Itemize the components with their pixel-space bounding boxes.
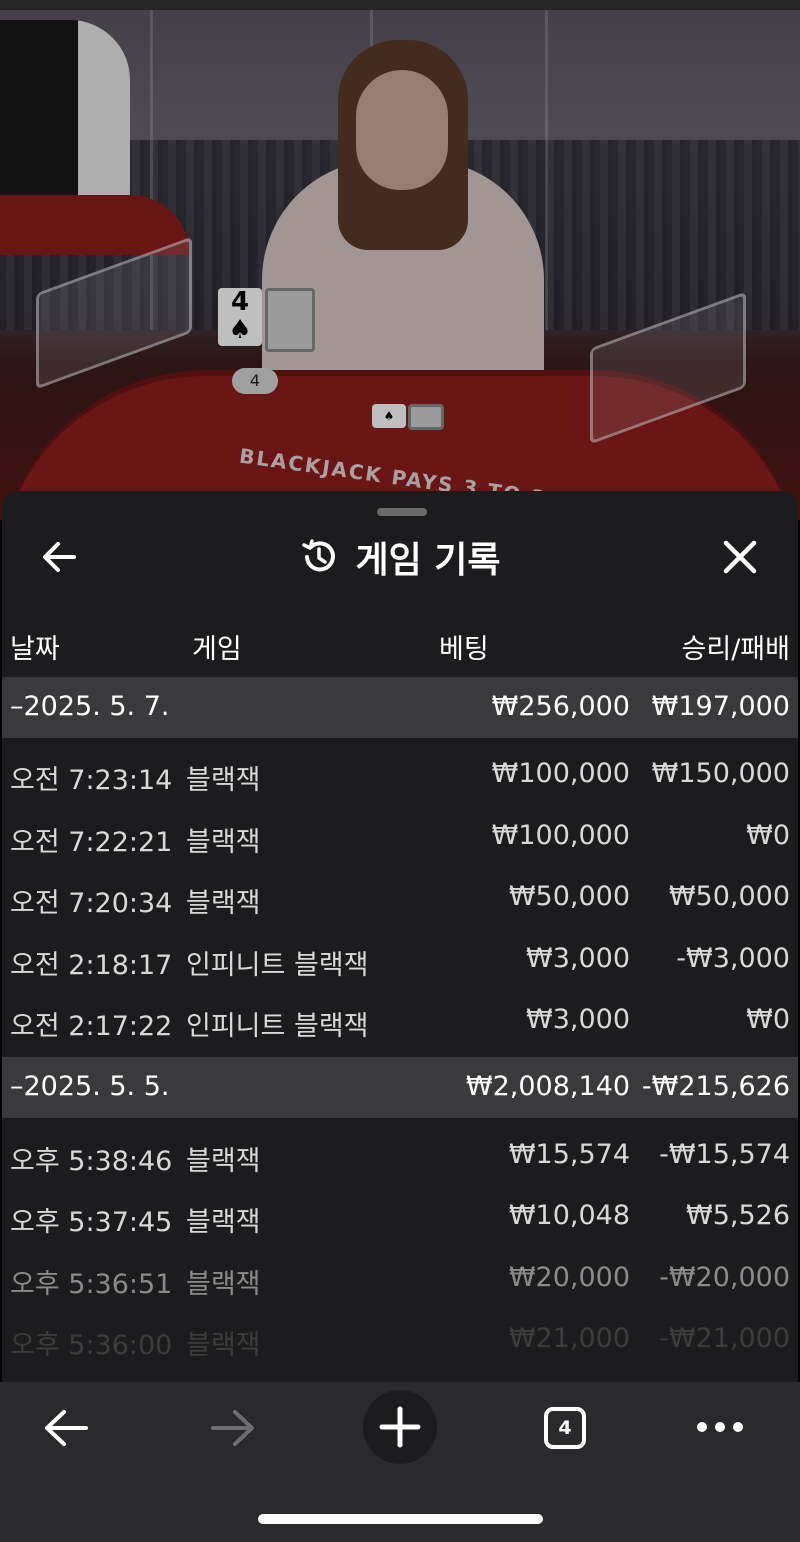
browser-forward-button[interactable]	[207, 1404, 259, 1456]
row-result: ₩150,000	[651, 758, 790, 789]
history-row[interactable]: 오후 5:36:51 블랙잭 ₩20,000 -₩20,000	[2, 1248, 798, 1308]
history-row[interactable]: 오후 5:38:46 블랙잭 ₩15,574 -₩15,574	[2, 1125, 798, 1185]
column-header-date: 날짜	[10, 634, 60, 665]
live-video: 4 ♠ ♠ 4 BLACKJACK PAYS 3 TO 2	[0, 0, 800, 520]
row-bet: ₩20,000	[508, 1262, 630, 1293]
row-result: -₩15,574	[659, 1139, 790, 1170]
group-date: –2025. 5. 7.	[10, 691, 170, 722]
row-time: 오후 5:36:00	[10, 1330, 173, 1361]
date-group-header[interactable]: –2025. 5. 5. ₩2,008,140 -₩215,626	[2, 1057, 798, 1118]
history-row[interactable]: 오전 7:20:34 블랙잭 ₩50,000 ₩50,000	[2, 867, 798, 927]
sheet-grabber[interactable]	[377, 508, 427, 516]
back-arrow-icon	[45, 1410, 88, 1446]
forward-arrow-icon	[211, 1410, 254, 1446]
row-game: 블랙잭	[186, 1207, 261, 1238]
history-row[interactable]: 오전 2:18:17 인피니트 블랙잭 ₩3,000 -₩3,000	[2, 929, 798, 989]
close-button[interactable]	[716, 533, 764, 581]
row-game: 인피니트 블랙잭	[186, 950, 369, 981]
row-result: -₩20,000	[659, 1262, 790, 1293]
close-icon	[723, 540, 757, 574]
video-dim-overlay	[0, 0, 800, 520]
row-game: 블랙잭	[186, 1146, 261, 1177]
row-time: 오후 5:37:45	[10, 1207, 173, 1238]
row-bet: ₩21,000	[508, 1323, 630, 1354]
game-history-sheet: 게임 기록 날짜 게임 베팅 승리/패배 –2025. 5. 7. ₩256,0…	[2, 491, 798, 1391]
history-icon	[302, 539, 336, 572]
home-indicator[interactable]	[258, 1514, 543, 1524]
row-bet: ₩3,000	[526, 1004, 630, 1035]
group-date: –2025. 5. 5.	[10, 1071, 170, 1102]
tabs-button[interactable]: 4	[544, 1407, 586, 1449]
row-result: ₩50,000	[668, 881, 790, 912]
row-result: ₩5,526	[686, 1200, 790, 1231]
plus-icon	[379, 1406, 421, 1448]
row-result: -₩21,000	[659, 1323, 790, 1354]
row-game: 블랙잭	[186, 1269, 261, 1300]
group-bet-total: ₩2,008,140	[465, 1071, 630, 1102]
column-header-result: 승리/패배	[681, 634, 790, 665]
more-icon	[697, 1422, 743, 1432]
page-title: 게임 기록	[355, 540, 501, 581]
browser-back-button[interactable]	[40, 1404, 92, 1456]
row-bet: ₩100,000	[491, 820, 630, 851]
history-row[interactable]: 오전 7:23:14 블랙잭 ₩100,000 ₩150,000	[2, 744, 798, 804]
column-header-bet: 베팅	[439, 634, 489, 665]
column-header-game: 게임	[192, 634, 242, 665]
group-result-total: -₩215,626	[641, 1071, 790, 1102]
row-bet: ₩50,000	[508, 881, 630, 912]
group-bet-total: ₩256,000	[491, 691, 630, 722]
row-time: 오후 5:38:46	[10, 1146, 173, 1177]
row-time: 오전 7:22:21	[10, 827, 173, 858]
row-game: 블랙잭	[186, 888, 261, 919]
row-time: 오전 7:23:14	[10, 765, 173, 796]
history-row[interactable]: 오전 7:22:21 블랙잭 ₩100,000 ₩0	[2, 806, 798, 866]
more-button[interactable]	[694, 1412, 746, 1446]
history-row[interactable]: 오후 5:36:00 블랙잭 ₩21,000 -₩21,000	[2, 1309, 798, 1369]
row-time: 오전 2:17:22	[10, 1011, 173, 1042]
row-bet: ₩15,574	[508, 1139, 630, 1170]
history-row[interactable]: 오후 5:37:45 블랙잭 ₩10,048 ₩5,526	[2, 1186, 798, 1246]
row-game: 블랙잭	[186, 827, 261, 858]
group-result-total: ₩197,000	[651, 691, 790, 722]
row-time: 오전 2:18:17	[10, 950, 173, 981]
row-bet: ₩10,048	[508, 1200, 630, 1231]
row-game: 블랙잭	[186, 1330, 261, 1361]
row-bet: ₩100,000	[491, 758, 630, 789]
row-game: 블랙잭	[186, 765, 261, 796]
history-row[interactable]: 오전 2:17:22 인피니트 블랙잭 ₩3,000 ₩0	[2, 990, 798, 1050]
sheet-title: 게임 기록	[2, 531, 798, 581]
row-bet: ₩3,000	[526, 943, 630, 974]
row-time: 오전 7:20:34	[10, 888, 173, 919]
row-result: ₩0	[746, 820, 790, 851]
row-game: 인피니트 블랙잭	[186, 1011, 369, 1042]
row-result: -₩3,000	[676, 943, 790, 974]
row-result: ₩0	[746, 1004, 790, 1035]
new-tab-button[interactable]	[363, 1390, 437, 1464]
row-time: 오후 5:36:51	[10, 1269, 173, 1300]
date-group-header[interactable]: –2025. 5. 7. ₩256,000 ₩197,000	[2, 677, 798, 738]
